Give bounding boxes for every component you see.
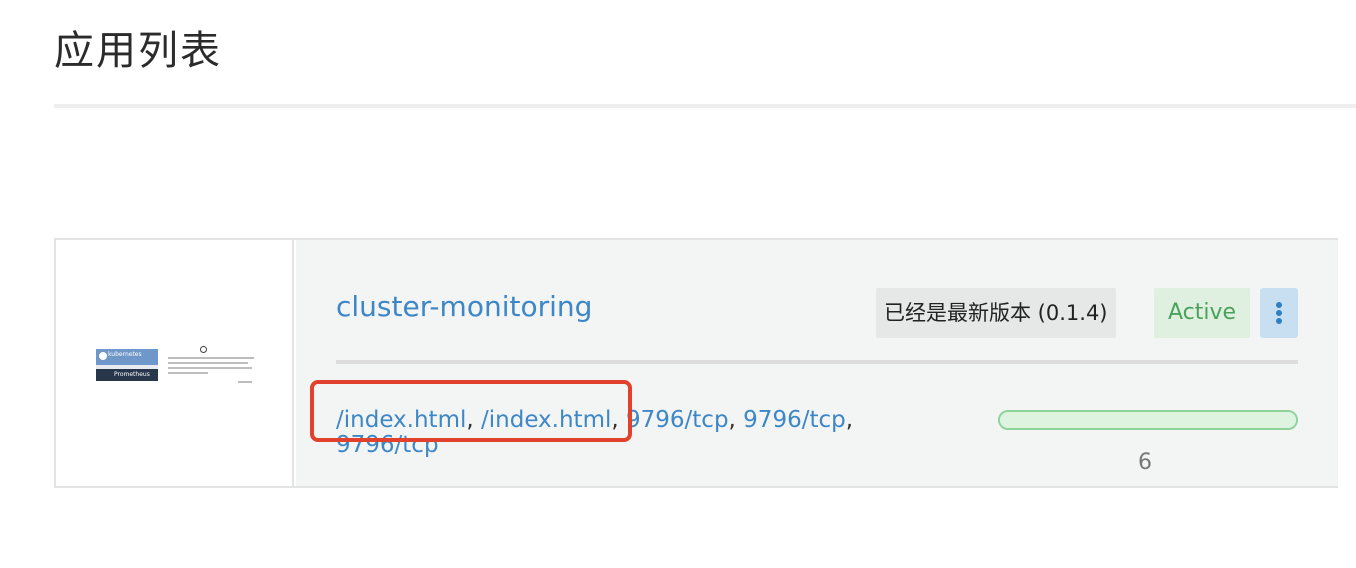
app-actions-button[interactable] bbox=[1260, 288, 1298, 338]
endpoint-link[interactable]: /index.html bbox=[336, 407, 466, 433]
app-name-link[interactable]: cluster-monitoring bbox=[336, 290, 592, 323]
menu-dot bbox=[1276, 302, 1282, 308]
thumbnail-top-label: kubernetes bbox=[108, 351, 142, 358]
thumbnail-bottom-label: Prometheus bbox=[114, 371, 150, 378]
app-logo-container: kubernetes Prometheus bbox=[56, 240, 294, 486]
endpoint-separator: , bbox=[728, 407, 744, 433]
endpoint-list: /index.html, /index.html, 9796/tcp, 9796… bbox=[336, 408, 896, 458]
pod-count: 6 bbox=[1138, 450, 1152, 475]
endpoint-link[interactable]: 9796/tcp bbox=[743, 407, 846, 433]
thumbnail-footer-line bbox=[238, 381, 252, 383]
endpoint-link[interactable]: 9796/tcp bbox=[626, 407, 729, 433]
endpoint-separator: , bbox=[466, 407, 481, 433]
progress-fill bbox=[1000, 412, 1296, 428]
endpoint-link[interactable]: /index.html bbox=[481, 407, 611, 433]
app-thumbnail: kubernetes Prometheus bbox=[96, 346, 256, 388]
endpoint-link[interactable]: 9796/tcp bbox=[336, 432, 439, 458]
thumbnail-text-line bbox=[168, 357, 254, 359]
status-badge: Active bbox=[1154, 288, 1250, 338]
menu-dot bbox=[1276, 318, 1282, 324]
title-divider bbox=[54, 104, 1356, 108]
version-badge: 已经是最新版本 (0.1.4) bbox=[876, 288, 1116, 338]
thumbnail-text-line bbox=[168, 367, 252, 369]
pod-progress-bar bbox=[998, 410, 1298, 430]
thumbnail-text-line bbox=[168, 372, 208, 374]
kubernetes-icon bbox=[99, 352, 107, 360]
app-details: cluster-monitoring 已经是最新版本 (0.1.4) Activ… bbox=[296, 240, 1338, 486]
page: 应用列表 kubernetes Prometheus cluster-monit… bbox=[0, 0, 1356, 568]
page-title: 应用列表 bbox=[54, 28, 222, 74]
app-card: kubernetes Prometheus cluster-monitoring… bbox=[54, 238, 1338, 488]
thumbnail-text-line bbox=[168, 362, 248, 364]
prometheus-logo: Prometheus bbox=[96, 369, 158, 381]
details-divider bbox=[336, 360, 1298, 364]
menu-dot bbox=[1276, 310, 1282, 316]
endpoint-separator: , bbox=[845, 407, 854, 433]
operator-icon bbox=[200, 346, 207, 353]
endpoint-separator: , bbox=[611, 407, 626, 433]
kubernetes-logo: kubernetes bbox=[96, 349, 158, 365]
